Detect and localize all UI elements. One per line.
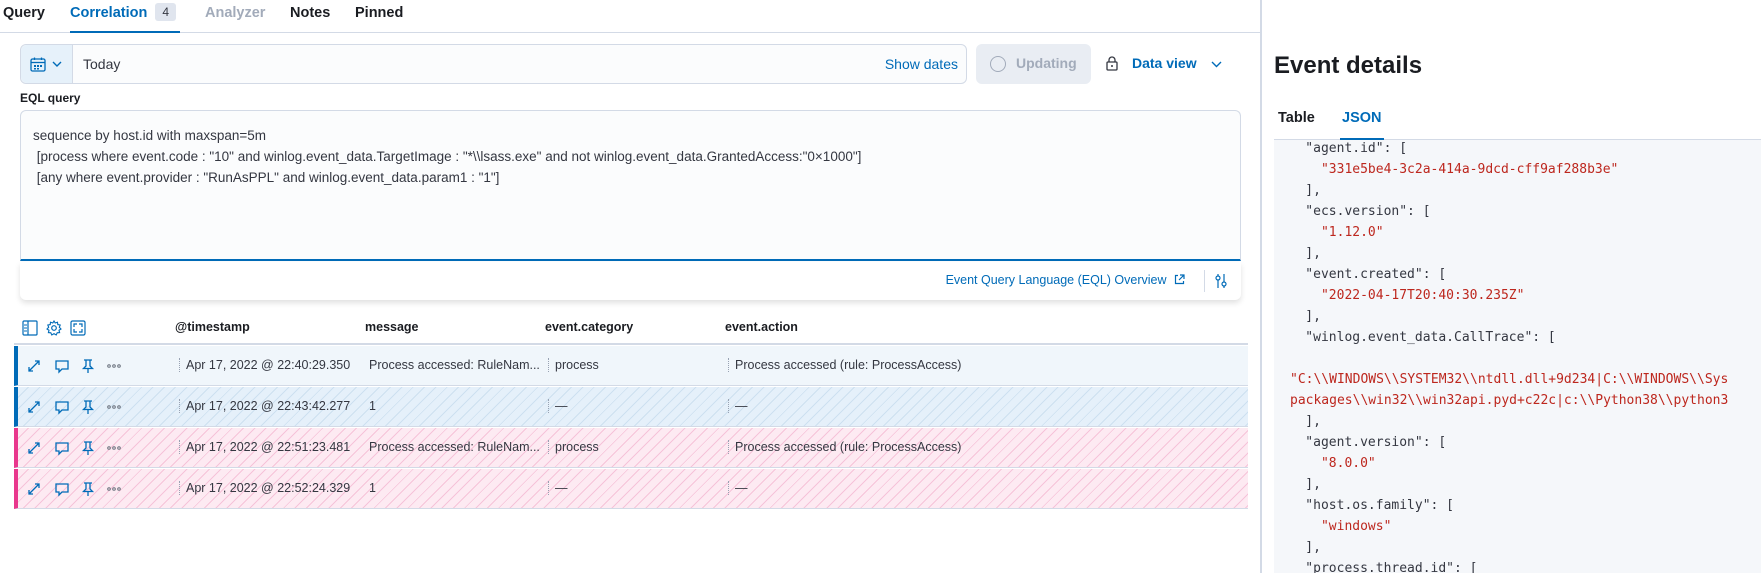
loading-spinner-icon: [990, 56, 1006, 72]
cell-message: Process accessed: RuleNam...: [369, 358, 540, 372]
tab-analyzer[interactable]: Analyzer: [205, 3, 265, 33]
column-header-event-category[interactable]: event.category: [545, 320, 633, 334]
json-line: "process.thread.id": [: [1274, 561, 1478, 573]
more-actions-icon[interactable]: [106, 440, 122, 456]
column-list-icon[interactable]: [22, 320, 38, 336]
date-range-value[interactable]: Today: [83, 56, 120, 72]
tab-notes[interactable]: Notes: [290, 3, 330, 33]
pin-icon[interactable]: [80, 440, 96, 456]
json-line: ],: [1274, 477, 1321, 492]
json-line: "windows": [1274, 519, 1392, 534]
data-view-picker[interactable]: Data view: [1104, 44, 1234, 84]
json-line: "agent.id": [: [1274, 141, 1408, 156]
calendar-icon: [30, 57, 46, 72]
expand-event-icon[interactable]: [26, 440, 42, 456]
event-details-tabs: Table JSON: [1274, 102, 1761, 140]
quick-select-button[interactable]: [21, 45, 73, 83]
show-dates-button[interactable]: Show dates: [885, 56, 958, 72]
json-line: ],: [1274, 414, 1321, 429]
json-line: "331e5be4-3c2a-414a-9dcd-cff9af288b3e": [1274, 162, 1619, 177]
correlation-count-badge: 4: [155, 3, 177, 21]
cell-event-category: —: [548, 399, 568, 413]
comment-icon[interactable]: [54, 358, 70, 374]
more-actions-icon[interactable]: [106, 399, 122, 415]
cell-event-action: —: [728, 399, 748, 413]
json-line: ],: [1274, 309, 1321, 324]
more-actions-icon[interactable]: [106, 358, 122, 374]
cell-timestamp: Apr 17, 2022 @ 22:40:29.350: [178, 358, 351, 372]
column-header-timestamp[interactable]: @timestamp: [175, 320, 250, 334]
column-header-message[interactable]: message: [365, 320, 419, 334]
cell-event-action: Process accessed (rule: ProcessAccess): [727, 358, 962, 372]
json-viewer[interactable]: "agent.id": [ "331e5be4-3c2a-414a-9dcd-c…: [1274, 140, 1761, 573]
json-line: ],: [1274, 183, 1321, 198]
lock-icon: [1106, 56, 1118, 71]
json-line: ],: [1274, 246, 1321, 261]
tab-query[interactable]: Query: [3, 3, 45, 33]
cell-message: 1: [369, 481, 376, 495]
pin-icon[interactable]: [80, 481, 96, 497]
json-line: "ecs.version": [: [1274, 204, 1431, 219]
date-picker: Today Show dates: [20, 44, 967, 84]
table-row[interactable]: Apr 17, 2022 @ 22:40:29.350 Process acce…: [14, 346, 1248, 386]
eql-line: [process where event.code : "10" and win…: [33, 149, 862, 164]
eql-line: sequence by host.id with maxspan=5m: [33, 128, 267, 143]
expand-event-icon[interactable]: [26, 358, 42, 374]
cell-event-action: —: [728, 481, 748, 495]
pin-icon[interactable]: [80, 399, 96, 415]
pin-icon[interactable]: [80, 358, 96, 374]
settings-sliders-icon[interactable]: [1215, 273, 1227, 289]
eql-line: [any where event.provider : "RunAsPPL" a…: [33, 170, 500, 185]
cell-timestamp: Apr 17, 2022 @ 22:43:42.277: [178, 399, 351, 413]
updating-button[interactable]: Updating: [976, 44, 1091, 84]
external-link-icon: [1174, 274, 1185, 285]
tab-json[interactable]: JSON: [1340, 110, 1384, 140]
eql-query-input[interactable]: sequence by host.id with maxspan=5m [pro…: [20, 110, 1241, 261]
fullscreen-icon[interactable]: [70, 320, 86, 336]
cell-event-category: process: [548, 358, 599, 372]
json-line: "2022-04-17T20:40:30.235Z": [1274, 288, 1525, 303]
json-line: "agent.version": [: [1274, 435, 1447, 450]
cell-message: 1: [369, 399, 376, 413]
json-line: "host.os.family": [: [1274, 498, 1455, 513]
table-row[interactable]: Apr 17, 2022 @ 22:52:24.329 1 — —: [14, 469, 1248, 509]
gear-icon[interactable]: [46, 320, 62, 336]
tab-correlation[interactable]: Correlation 4: [70, 3, 181, 33]
eql-query-label: EQL query: [20, 91, 81, 105]
comment-icon[interactable]: [54, 481, 70, 497]
table-row[interactable]: Apr 17, 2022 @ 22:51:23.481 Process acce…: [14, 428, 1248, 468]
cell-timestamp: Apr 17, 2022 @ 22:52:24.329: [178, 481, 351, 495]
json-line: "winlog.event_data.CallTrace": [: [1274, 330, 1556, 345]
footer-divider: [1204, 270, 1205, 292]
comment-icon[interactable]: [54, 399, 70, 415]
tab-table[interactable]: Table: [1278, 110, 1315, 140]
more-actions-icon[interactable]: [106, 481, 122, 497]
eql-overview-link[interactable]: Event Query Language (EQL) Overview: [946, 273, 1185, 287]
cell-timestamp: Apr 17, 2022 @ 22:51:23.481: [178, 440, 351, 454]
chevron-down-icon: [52, 61, 62, 67]
timeline-tabs: Query Correlation 4 Analyzer Notes Pinned: [0, 0, 1260, 33]
cell-event-action: Process accessed (rule: ProcessAccess): [727, 440, 962, 454]
json-line: ],: [1274, 540, 1321, 555]
table-header: @timestamp message event.category event.…: [14, 315, 1248, 345]
event-details-title: Event details: [1274, 52, 1423, 79]
expand-event-icon[interactable]: [26, 399, 42, 415]
cell-event-category: process: [548, 440, 599, 454]
comment-icon[interactable]: [54, 440, 70, 456]
eql-footer: Event Query Language (EQL) Overview: [20, 262, 1241, 300]
column-header-event-action[interactable]: event.action: [725, 320, 798, 334]
tab-pinned[interactable]: Pinned: [355, 3, 403, 33]
json-line: "1.12.0": [1274, 225, 1384, 240]
expand-event-icon[interactable]: [26, 481, 42, 497]
panel-divider[interactable]: [1260, 0, 1262, 573]
cell-message: Process accessed: RuleNam...: [369, 440, 540, 454]
table-row[interactable]: Apr 17, 2022 @ 22:43:42.277 1 — —: [14, 387, 1248, 427]
json-line: "8.0.0": [1274, 456, 1376, 471]
json-line: packages\\win32\\win32api.pyd+c22c|c:\\P…: [1290, 393, 1729, 408]
json-line: "C:\\WINDOWS\\SYSTEM32\\ntdll.dll+9d234|…: [1290, 372, 1729, 387]
json-line: "event.created": [: [1274, 267, 1447, 282]
cell-event-category: —: [548, 481, 568, 495]
chevron-down-icon: [1211, 61, 1222, 68]
